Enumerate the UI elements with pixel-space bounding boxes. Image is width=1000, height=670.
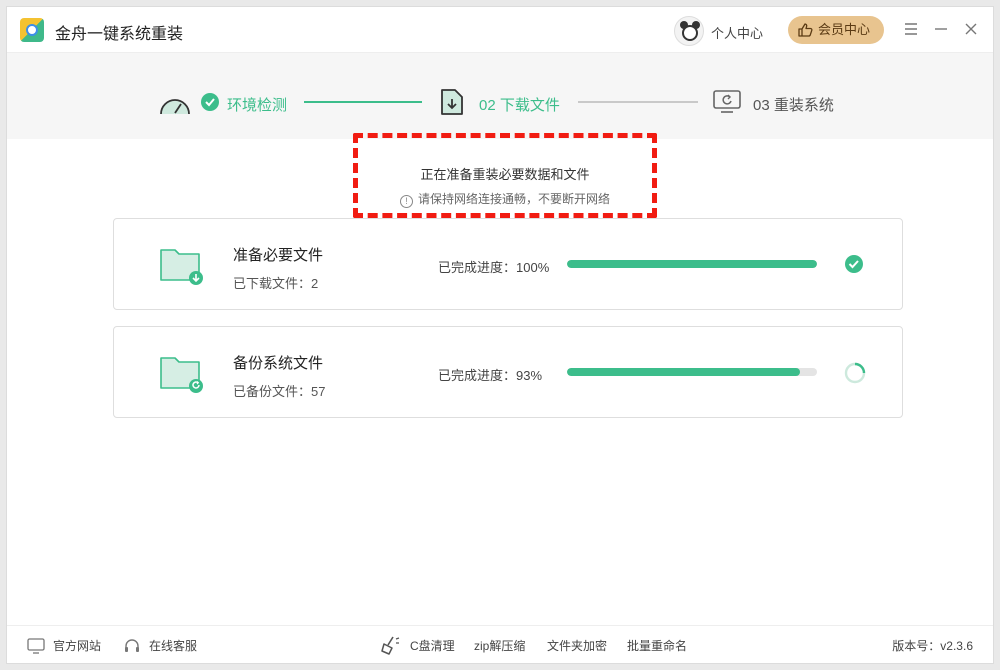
notice-highlight: 正在准备重装必要数据和文件 ! 请保持网络连接通畅，不要断开网络: [353, 133, 657, 218]
app-logo: [20, 18, 44, 42]
info-icon: !: [399, 195, 413, 208]
vip-center-button[interactable]: 会员中心: [788, 16, 884, 44]
online-service-link[interactable]: 在线客服: [149, 637, 197, 654]
personal-center-link[interactable]: 个人中心: [711, 23, 763, 42]
step-connector-2: [578, 101, 698, 103]
progress-bar: [567, 260, 817, 268]
progress-fill: [567, 260, 817, 268]
tool-folder-encrypt[interactable]: 文件夹加密: [547, 637, 607, 654]
notice-sub-text: ! 请保持网络连接通畅，不要断开网络: [358, 190, 652, 208]
progress-label: 已完成进度：93%: [438, 368, 543, 383]
title-bar: 金舟一键系统重装 个人中心 会员中心: [7, 7, 993, 53]
app-title: 金舟一键系统重装: [55, 26, 184, 43]
menu-icon[interactable]: [901, 19, 921, 39]
task-title: 备份系统文件: [233, 355, 324, 372]
progress-bar: [567, 368, 817, 376]
task-count: 已备份文件：57: [233, 384, 326, 399]
headset-icon: [123, 637, 141, 658]
loading-spinner-icon: [844, 362, 866, 389]
progress-fill: [567, 368, 800, 376]
task-card-backup: 备份系统文件 已备份文件：57 已完成进度：93%: [113, 326, 903, 418]
complete-check-icon: [844, 254, 864, 279]
task-count: 已下载文件：2: [233, 276, 319, 291]
tool-zip-extract[interactable]: zip解压缩: [474, 637, 525, 654]
step-env-check: 环境检测: [227, 97, 288, 114]
steps-bar: 环境检测 02 下载文件 03 重装系统: [7, 53, 993, 139]
step-download: 02 下载文件: [479, 97, 560, 114]
vip-center-label: 会员中心: [818, 22, 871, 37]
tool-batch-rename[interactable]: 批量重命名: [627, 637, 687, 654]
minimize-icon[interactable]: [931, 19, 951, 39]
app-window: 金舟一键系统重装 个人中心 会员中心 环境检测 02 下载文件 03 重装系统 …: [6, 6, 994, 664]
folder-download-icon: [159, 244, 207, 291]
broom-icon: [379, 635, 401, 658]
speedometer-icon: [159, 93, 191, 120]
thumbs-up-icon: [798, 23, 813, 37]
version-label: 版本号：v2.3.6: [892, 639, 973, 653]
check-circle-icon: [201, 93, 219, 116]
task-card-prepare: 准备必要文件 已下载文件：2 已完成进度：100%: [113, 218, 903, 310]
close-icon[interactable]: [961, 19, 981, 39]
notice-warning: 请保持网络连接通畅，不要断开网络: [417, 192, 610, 206]
footer-bar: 官方网站 在线客服 C盘清理 zip解压缩 文件夹加密 批量重命名 版本号：v2…: [7, 625, 993, 663]
folder-sync-icon: [159, 352, 207, 399]
download-file-icon: [440, 88, 464, 121]
official-site-link[interactable]: 官方网站: [53, 637, 101, 654]
monitor-refresh-icon: [713, 90, 741, 119]
avatar[interactable]: [674, 16, 704, 46]
progress-label: 已完成进度：100%: [438, 260, 550, 275]
monitor-icon: [27, 638, 45, 657]
step-connector-1: [304, 101, 422, 103]
tool-c-drive-clean[interactable]: C盘清理: [410, 637, 455, 654]
task-title: 准备必要文件: [233, 247, 324, 264]
step-reinstall: 03 重装系统: [753, 97, 834, 114]
notice-main-text: 正在准备重装必要数据和文件: [420, 167, 590, 182]
